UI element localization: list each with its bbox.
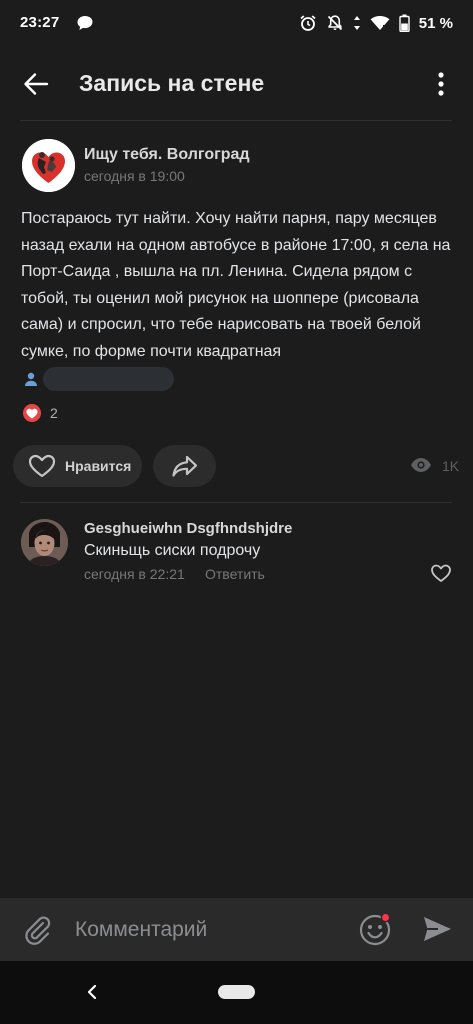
community-avatar[interactable] <box>22 139 75 192</box>
user-icon <box>23 371 39 387</box>
nav-back-chevron-icon[interactable] <box>84 983 100 1001</box>
chat-bubble-icon <box>76 14 94 32</box>
system-nav-bar <box>0 961 473 1024</box>
status-time: 23:27 <box>20 14 60 31</box>
arrow-left-icon <box>24 73 49 95</box>
wifi-icon: 5 <box>370 15 390 31</box>
nav-home-pill[interactable] <box>218 985 255 999</box>
divider <box>20 120 452 121</box>
page-title: Запись на стене <box>79 70 265 96</box>
alarm-icon <box>299 14 317 32</box>
comment-like-heart-icon[interactable] <box>430 563 452 583</box>
more-vertical-icon <box>438 72 444 96</box>
post-time: сегодня в 19:00 <box>84 168 185 184</box>
comment-composer <box>0 898 473 961</box>
svg-text:5: 5 <box>382 25 386 31</box>
comment-time: сегодня в 22:21 <box>84 566 185 582</box>
views-count: 1K <box>442 458 460 474</box>
emoji-icon[interactable] <box>359 912 393 946</box>
eye-icon <box>410 455 432 475</box>
like-button-label: Нравится <box>65 458 132 474</box>
comment-avatar[interactable] <box>21 519 68 566</box>
share-button[interactable] <box>153 445 216 487</box>
heart-outline-icon <box>28 454 56 478</box>
reply-button[interactable]: Ответить <box>205 566 265 582</box>
reactions-count: 2 <box>50 405 58 421</box>
battery-icon <box>399 14 410 32</box>
status-bar: 23:27 5 51 % <box>0 0 473 46</box>
send-icon[interactable] <box>421 914 453 944</box>
data-arrows-icon <box>353 15 361 31</box>
paperclip-icon[interactable] <box>22 914 52 946</box>
reaction-heart-icon[interactable] <box>21 402 43 424</box>
battery-percent: 51 % <box>418 14 453 32</box>
screen: 23:27 5 51 % Запись на стене Ищу тебя. В… <box>0 0 473 1024</box>
app-bar: Запись на стене <box>0 46 473 120</box>
bell-off-icon <box>326 14 344 32</box>
back-button[interactable] <box>20 68 52 100</box>
mentioned-user-placeholder[interactable] <box>43 367 174 391</box>
comment-input[interactable] <box>75 916 335 944</box>
more-options-button[interactable] <box>431 70 451 98</box>
share-arrow-icon <box>171 455 197 477</box>
comment-author[interactable]: Gesghueiwhn Dsgfhndshjdre <box>84 520 292 537</box>
post-text: Постараюсь тут найти. Хочу найти парня, … <box>21 210 451 360</box>
status-icons: 5 51 % <box>299 12 453 34</box>
like-button[interactable]: Нравится <box>13 445 142 487</box>
post-author[interactable]: Ищу тебя. Волгоград <box>84 146 250 164</box>
comment-text: Скиньщь сиски подрочу <box>84 542 261 559</box>
divider <box>20 502 452 503</box>
